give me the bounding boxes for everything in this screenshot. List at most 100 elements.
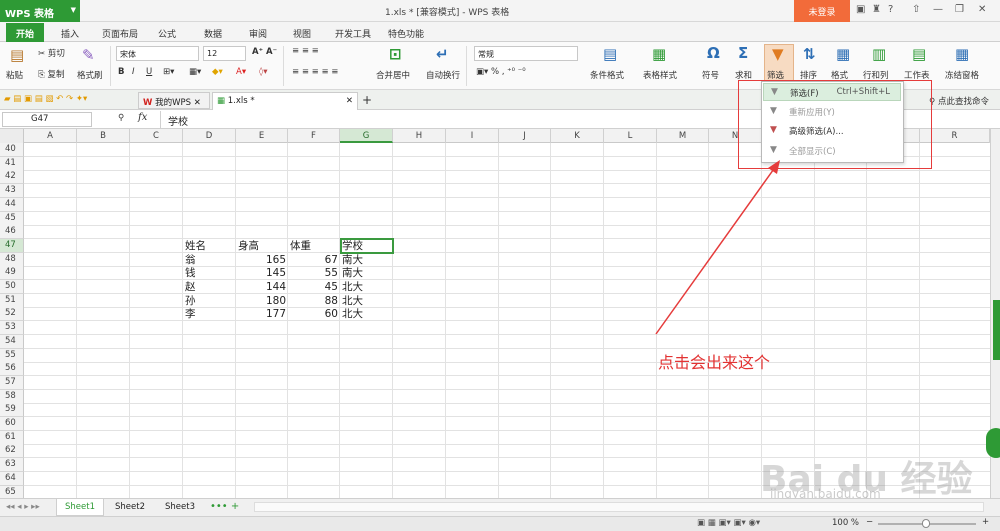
- omega-icon[interactable]: Ω: [707, 44, 720, 62]
- column-header-g[interactable]: G: [340, 129, 393, 143]
- symbol-button[interactable]: 符号: [702, 69, 719, 81]
- help-icon[interactable]: ?: [888, 4, 893, 15]
- conditional-format-icon[interactable]: ▤: [603, 45, 617, 63]
- merge-center-button[interactable]: 合并居中: [376, 69, 410, 81]
- column-header-a[interactable]: A: [24, 129, 77, 143]
- table-cell[interactable]: 177: [238, 307, 286, 321]
- number-format-select[interactable]: 常规: [474, 46, 578, 61]
- conditional-format-button[interactable]: 条件格式: [590, 69, 624, 81]
- column-header-f[interactable]: F: [288, 129, 340, 143]
- tab-page-layout[interactable]: 页面布局: [102, 27, 138, 40]
- row-header-63[interactable]: 63: [0, 458, 24, 472]
- view-mode-icons[interactable]: ▣ ▦ ▣▾ ▣▾ ◉▾: [697, 518, 760, 528]
- table-style-button[interactable]: 表格样式: [643, 69, 677, 81]
- underline-icon[interactable]: U: [146, 67, 152, 77]
- table-header-cell[interactable]: 体重: [290, 239, 338, 253]
- table-cell[interactable]: 55: [290, 266, 338, 280]
- column-header-j[interactable]: J: [499, 129, 551, 143]
- font-size-select[interactable]: 12: [203, 46, 246, 61]
- wrap-icon[interactable]: ↵: [436, 45, 449, 63]
- floating-bubble[interactable]: [986, 428, 1000, 458]
- align-top-icon[interactable]: ≡ ≡ ≡: [292, 46, 319, 56]
- table-cell[interactable]: 钱: [185, 266, 234, 280]
- column-header-l[interactable]: L: [604, 129, 657, 143]
- fill-color-icon[interactable]: ◆▾: [212, 67, 223, 77]
- row-header-45[interactable]: 45: [0, 212, 24, 226]
- sheet-tab-3[interactable]: Sheet3: [156, 499, 204, 516]
- table-header-cell[interactable]: 身高: [238, 239, 286, 253]
- shirt-icon[interactable]: ♜: [872, 4, 881, 15]
- sheet-nav-icons[interactable]: ◂◂ ◂ ▸ ▸▸: [6, 502, 40, 512]
- merge-cell-icon[interactable]: ▦▾: [189, 67, 201, 77]
- tab-special[interactable]: 特色功能: [388, 27, 424, 40]
- name-box[interactable]: G47: [2, 112, 92, 127]
- column-header-d[interactable]: D: [183, 129, 236, 143]
- row-header-61[interactable]: 61: [0, 431, 24, 445]
- freeze-icon[interactable]: ▦: [955, 45, 969, 63]
- rowcol-icon[interactable]: ▥: [872, 45, 886, 63]
- table-cell[interactable]: 145: [238, 266, 286, 280]
- table-cell[interactable]: 165: [238, 253, 286, 267]
- tab-insert[interactable]: 插入: [61, 27, 79, 40]
- column-header-i[interactable]: I: [446, 129, 499, 143]
- row-header-46[interactable]: 46: [0, 225, 24, 239]
- zoom-slider-thumb[interactable]: [922, 519, 930, 528]
- row-header-40[interactable]: 40: [0, 143, 24, 157]
- format-painter-label[interactable]: 格式刷: [77, 69, 103, 81]
- row-header-64[interactable]: 64: [0, 472, 24, 486]
- copy-button[interactable]: ⎘ 复制: [38, 68, 65, 80]
- horizontal-scrollbar[interactable]: [254, 502, 984, 512]
- table-cell[interactable]: 南大: [342, 253, 391, 267]
- row-header-44[interactable]: 44: [0, 198, 24, 212]
- row-header-59[interactable]: 59: [0, 403, 24, 417]
- merge-icon[interactable]: ⊡: [389, 45, 402, 63]
- table-cell[interactable]: 翁: [185, 253, 234, 267]
- column-header-c[interactable]: C: [130, 129, 183, 143]
- zoom-out-icon[interactable]: −: [866, 517, 873, 527]
- column-header-b[interactable]: B: [77, 129, 130, 143]
- border-icon[interactable]: ⊞▾: [163, 67, 174, 77]
- column-header-m[interactable]: M: [657, 129, 709, 143]
- number-format-icons[interactable]: ▣▾ % ‚ ⁺⁰ ⁻⁰: [476, 67, 526, 77]
- row-header-47[interactable]: 47: [0, 239, 24, 253]
- row-header-60[interactable]: 60: [0, 417, 24, 431]
- table-cell[interactable]: 南大: [342, 266, 391, 280]
- bold-icon[interactable]: B: [118, 67, 124, 77]
- table-cell[interactable]: 李: [185, 307, 234, 321]
- row-header-54[interactable]: 54: [0, 335, 24, 349]
- tab-review[interactable]: 审阅: [249, 27, 267, 40]
- paste-label[interactable]: 粘贴: [6, 69, 23, 81]
- wrap-text-button[interactable]: 自动换行: [426, 69, 460, 81]
- sort-icon[interactable]: ⇅: [803, 45, 816, 63]
- column-header-k[interactable]: K: [551, 129, 604, 143]
- restore-icon[interactable]: ❐: [955, 4, 964, 15]
- table-header-cell[interactable]: 姓名: [185, 239, 234, 253]
- font-color-icon[interactable]: A▾: [236, 67, 246, 77]
- cut-button[interactable]: ✂ 剪切: [38, 47, 65, 59]
- row-header-56[interactable]: 56: [0, 362, 24, 376]
- worksheet-icon[interactable]: ▤: [912, 45, 926, 63]
- align-left-icon[interactable]: ≡ ≡ ≡ ≡ ≡: [292, 67, 338, 77]
- font-select[interactable]: 宋体: [116, 46, 199, 61]
- tab-developer[interactable]: 开发工具: [335, 27, 371, 40]
- clear-icon[interactable]: ◊▾: [259, 67, 267, 77]
- table-cell[interactable]: 赵: [185, 280, 234, 294]
- row-header-53[interactable]: 53: [0, 321, 24, 335]
- brush-icon[interactable]: ✎: [82, 46, 95, 64]
- table-cell[interactable]: 67: [290, 253, 338, 267]
- close-icon[interactable]: ✕: [346, 96, 353, 106]
- column-header-h[interactable]: H: [393, 129, 446, 143]
- freeze-pane-button[interactable]: 冻结窗格: [945, 69, 979, 81]
- row-header-57[interactable]: 57: [0, 376, 24, 390]
- minimize-icon[interactable]: —: [933, 4, 943, 15]
- column-header-e[interactable]: E: [236, 129, 288, 143]
- row-header-43[interactable]: 43: [0, 184, 24, 198]
- row-header-51[interactable]: 51: [0, 294, 24, 308]
- sheet-tab-2[interactable]: Sheet2: [106, 499, 154, 516]
- skin-icon[interactable]: ▣: [856, 4, 865, 15]
- new-tab-icon[interactable]: +: [362, 93, 372, 107]
- row-header-48[interactable]: 48: [0, 253, 24, 267]
- tab-view[interactable]: 视图: [293, 27, 311, 40]
- row-header-62[interactable]: 62: [0, 444, 24, 458]
- table-style-icon[interactable]: ▦: [652, 45, 666, 63]
